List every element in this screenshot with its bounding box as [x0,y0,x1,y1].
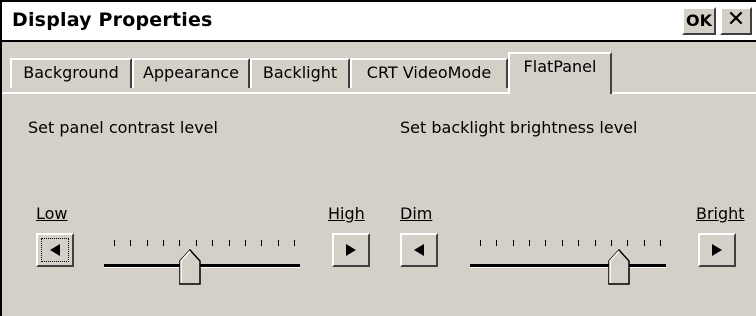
tab-flatpanel[interactable]: FlatPanel [508,52,612,94]
contrast-decrease-button[interactable] [36,233,74,267]
flatpanel-page: Set panel contrast level Low High Set ba… [2,94,756,316]
slider-tick [277,240,279,246]
arrow-right-icon [346,244,356,256]
slider-tick [261,240,263,246]
slider-tick [212,240,214,246]
slider-tick [179,240,181,246]
arrow-left-icon [414,244,424,256]
slider-tick [294,240,295,246]
ok-button[interactable]: OK [682,7,716,35]
slider-tick [130,240,132,246]
close-icon: ✕ [726,7,746,32]
slider-tick [561,240,563,246]
slider-tick [496,240,498,246]
title-bar: Display Properties OK ✕ [2,2,756,42]
slider-tick [244,240,246,246]
brightness-ticks [480,240,661,246]
slider-tick [643,240,645,246]
slider-tick [228,240,230,246]
slider-tick [610,240,612,246]
slider-tick [163,240,165,246]
contrast-slider-track[interactable] [104,264,300,268]
brightness-bright-label: Bright [696,204,745,223]
tab-strip: Background Appearance Backlight CRT Vide… [2,42,756,94]
contrast-ticks [114,240,295,246]
slider-tick [660,240,661,246]
close-button[interactable]: ✕ [720,7,752,35]
slider-tick [627,240,629,246]
brightness-slider-track[interactable] [470,264,666,268]
slider-tick [512,240,514,246]
arrow-right-icon [712,244,722,256]
slider-tick [195,240,197,246]
tab-crt-videomode[interactable]: CRT VideoMode [350,58,508,88]
brightness-slider-thumb[interactable] [608,249,630,285]
brightness-heading: Set backlight brightness level [400,118,638,137]
contrast-heading: Set panel contrast level [28,118,218,137]
tab-appearance[interactable]: Appearance [132,58,250,88]
tab-backlight[interactable]: Backlight [250,58,350,88]
slider-tick [545,240,547,246]
contrast-increase-button[interactable] [332,233,370,267]
contrast-low-label: Low [36,204,68,223]
slider-tick [146,240,148,246]
brightness-decrease-button[interactable] [400,233,438,267]
contrast-high-label: High [328,204,365,223]
brightness-increase-button[interactable] [698,233,736,267]
brightness-dim-label: Dim [400,204,433,223]
contrast-slider-thumb[interactable] [179,249,201,285]
arrow-left-icon [50,244,60,256]
tab-background[interactable]: Background [10,58,132,88]
slider-tick [480,240,481,246]
slider-tick [529,240,531,246]
slider-tick [594,240,596,246]
slider-tick [114,240,115,246]
display-properties-window: Display Properties OK ✕ Background Appea… [0,0,756,316]
window-title: Display Properties [12,9,213,31]
slider-tick [578,240,580,246]
